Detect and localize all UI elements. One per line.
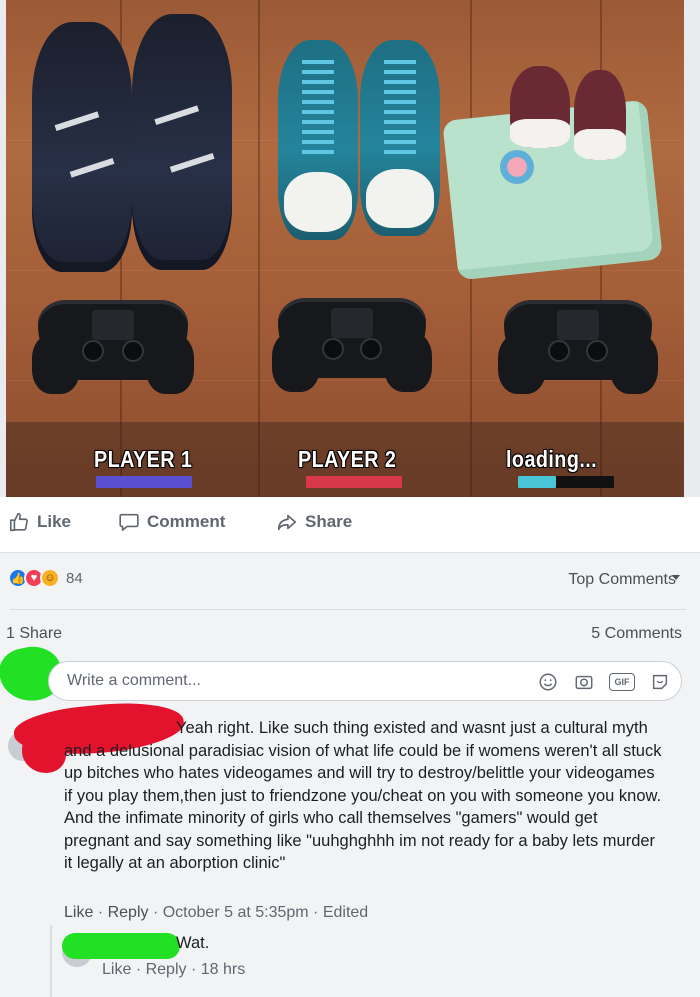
controller-stick [360, 338, 382, 360]
redacted-avatar [22, 733, 66, 773]
comment-input[interactable]: Write a comment... GIF [48, 661, 682, 701]
meta-separator: · [135, 961, 142, 978]
controller-grip [610, 334, 658, 394]
controller-stick [82, 340, 104, 362]
loading-bar-fill [518, 476, 557, 488]
pacifier [500, 150, 534, 184]
player-2-bar [306, 476, 402, 488]
baby-shoe-right [574, 70, 626, 160]
player-1-bar [96, 476, 192, 488]
comment-sort-dropdown[interactable]: Top Comments [568, 571, 676, 589]
comment-timestamp[interactable]: October 5 at 5:35pm [163, 904, 309, 921]
controller-touchpad [557, 310, 599, 340]
reply-meta: Like · Reply · 18 hrs [102, 961, 245, 979]
controller-stick [122, 340, 144, 362]
sneaker-laces [302, 60, 334, 160]
reply-like-link[interactable]: Like [102, 961, 131, 978]
meta-separator: · [190, 961, 197, 978]
black-sneaker-left [32, 22, 132, 272]
wood-grain [0, 380, 700, 381]
haha-reaction-icon: ☺ [40, 568, 60, 588]
sneaker-toe-cap [284, 172, 352, 232]
post-action-bar: Like Comment Share [0, 497, 700, 553]
comment-meta: Like · Reply · October 5 at 5:35pm · Edi… [64, 904, 368, 922]
redacted-reply-name [62, 933, 180, 959]
controller-grip [32, 334, 80, 394]
comment-input-placeholder: Write a comment... [67, 672, 201, 689]
sneaker-stripes [54, 111, 115, 178]
sneaker-toe-cap [366, 169, 434, 229]
controller-grip [146, 334, 194, 394]
comments-section: 👍 ♥ ☺ 84 Top Comments 1 Share 5 Comments… [0, 553, 700, 997]
comment-button[interactable]: Comment [118, 511, 225, 533]
comment-button-label: Comment [147, 512, 226, 531]
thumbs-up-icon [9, 512, 28, 532]
loading-bar-track [518, 476, 614, 488]
sneaker-laces [384, 59, 416, 158]
reply-timestamp[interactable]: 18 hrs [201, 961, 245, 978]
photo-frame-right [684, 0, 700, 497]
meta-separator: · [152, 904, 159, 921]
comment-like-link[interactable]: Like [64, 904, 93, 921]
baby-shoe-left [510, 66, 570, 148]
controller-touchpad [331, 308, 373, 338]
game-controller-1 [32, 300, 194, 394]
controller-touchpad [92, 310, 134, 340]
baby-shoe-sole [574, 128, 626, 160]
controller-grip [272, 332, 320, 392]
like-button-label: Like [37, 512, 72, 531]
comment-count[interactable]: 5 Comments [591, 625, 682, 643]
game-controller-3 [498, 300, 658, 394]
share-button-label: Share [305, 512, 353, 531]
comment-body: Yeah right. Like such thing existed and … [64, 719, 662, 872]
controller-stick [586, 340, 608, 362]
baby-shoe-sole [510, 119, 570, 148]
loading-label: loading... [506, 446, 598, 472]
emoji-icon[interactable] [537, 671, 559, 693]
edited-label[interactable]: Edited [323, 904, 368, 921]
black-sneaker-right [132, 14, 232, 270]
comment-reply-link[interactable]: Reply [108, 904, 149, 921]
teal-sneaker-right [360, 40, 440, 236]
reply-body: Wat. [176, 934, 210, 952]
share-arrow-icon [277, 514, 297, 531]
gif-icon[interactable]: GIF [609, 673, 635, 691]
controller-grip [384, 332, 432, 392]
composer-toolbar: GIF [537, 671, 671, 693]
divider [10, 609, 686, 610]
like-button[interactable]: Like [8, 511, 71, 533]
chevron-down-icon[interactable] [672, 575, 680, 580]
controller-stick [322, 338, 344, 360]
player-1-label: PLAYER 1 [94, 446, 193, 472]
reply-thread-line [50, 925, 52, 997]
controller-stick [548, 340, 570, 362]
photo-frame-left [0, 0, 6, 497]
reply-reply-link[interactable]: Reply [146, 961, 187, 978]
share-count[interactable]: 1 Share [6, 625, 62, 643]
share-button[interactable]: Share [276, 511, 352, 533]
teal-sneaker-left [278, 40, 358, 240]
reactions-summary[interactable]: 👍 ♥ ☺ 84 [8, 568, 83, 588]
game-controller-2 [272, 298, 432, 392]
meta-separator: · [97, 904, 104, 921]
controller-grip [498, 334, 546, 394]
reaction-count: 84 [66, 569, 83, 587]
speech-bubble-icon [119, 513, 139, 531]
sticker-icon[interactable] [649, 671, 671, 693]
camera-icon[interactable] [573, 671, 595, 693]
post-photo[interactable]: PLAYER 1 PLAYER 2 loading... [0, 0, 700, 497]
sneaker-stripes [154, 105, 215, 174]
meta-separator: · [313, 904, 319, 921]
player-2-label: PLAYER 2 [298, 446, 397, 472]
